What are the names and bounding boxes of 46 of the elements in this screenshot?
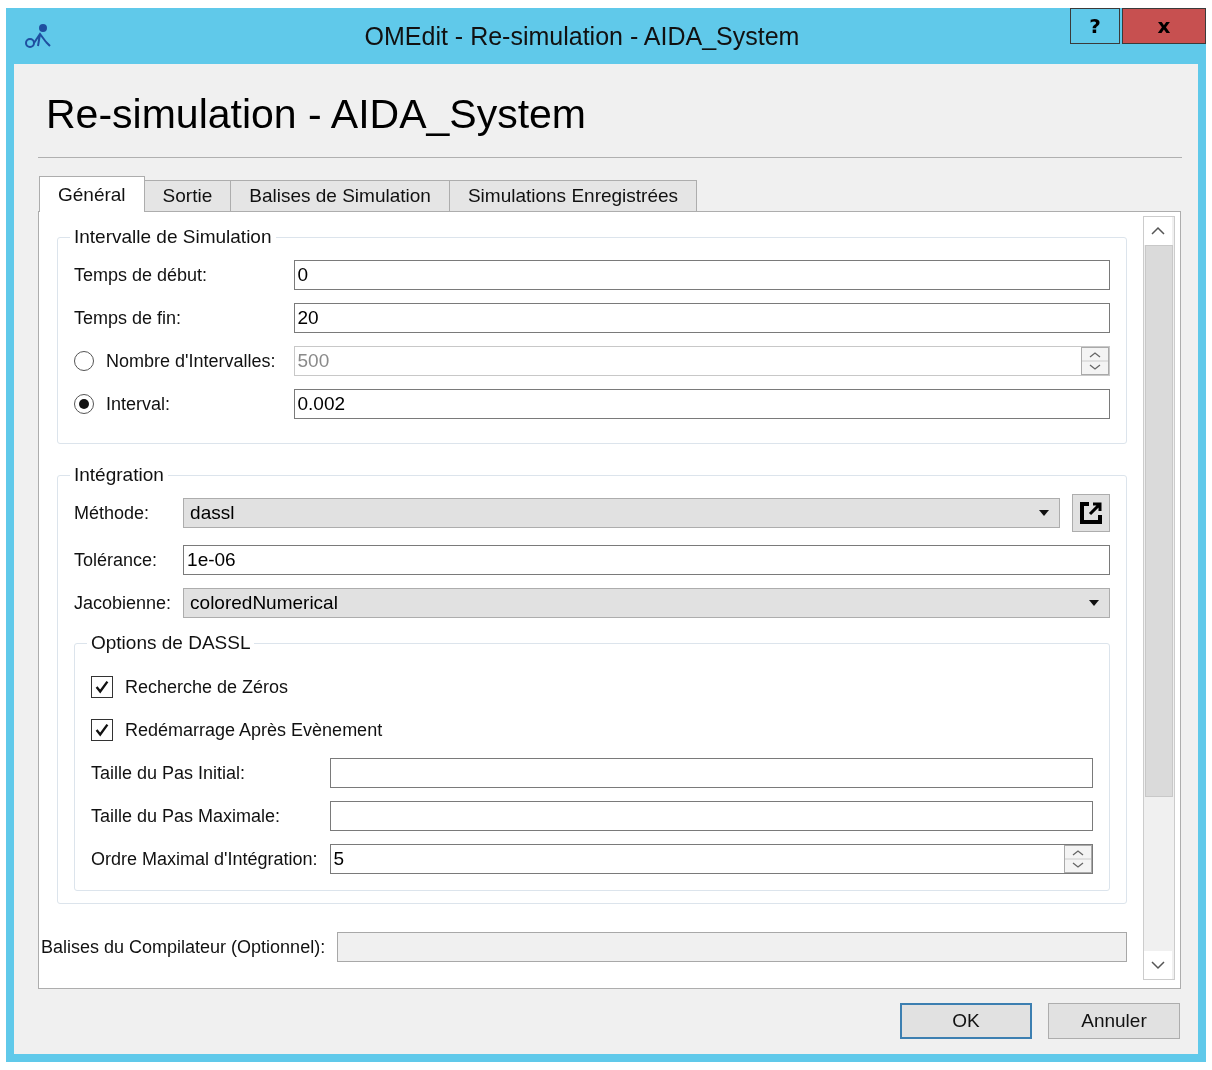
field-label: Temps de début:	[74, 264, 209, 286]
caret-icon[interactable]	[1089, 600, 1099, 606]
dialog-heading: Re-simulation - AIDA_System	[46, 90, 586, 138]
checkbox[interactable]	[91, 676, 113, 698]
field-label: Tolérance:	[74, 549, 159, 571]
help-button[interactable]: ?	[1070, 8, 1120, 44]
tab[interactable]: Simulations Enregistrées	[448, 180, 698, 211]
radio-label[interactable]: Interval:	[106, 393, 171, 415]
group-title: Intégration	[73, 464, 165, 486]
caret-icon[interactable]	[1039, 510, 1049, 516]
field-label: Ordre Maximal d'Intégration:	[91, 848, 318, 870]
scroll-up-icon[interactable]	[1144, 217, 1172, 245]
dropdown[interactable]: dassl	[183, 498, 1060, 528]
external-link-icon	[1078, 500, 1104, 526]
open-external-button[interactable]	[1072, 494, 1110, 532]
tab[interactable]: Sortie	[143, 180, 232, 211]
checkbox-label[interactable]: Recherche de Zéros	[125, 676, 289, 698]
tab[interactable]: Général	[39, 176, 145, 212]
field-label: Balises du Compilateur (Optionnel):	[41, 936, 326, 958]
field-label: Temps de fin:	[74, 307, 183, 329]
field-label: Taille du Pas Maximale:	[91, 805, 282, 827]
dropdown[interactable]: coloredNumerical	[183, 588, 1110, 618]
group-title: Intervalle de Simulation	[73, 226, 273, 248]
scrollbar[interactable]	[1143, 216, 1175, 980]
field-label: Méthode:	[74, 502, 151, 524]
input-field[interactable]	[329, 801, 1093, 831]
field-label: Jacobienne:	[74, 592, 172, 614]
input-field[interactable]: 1e-06	[183, 545, 1110, 575]
tab[interactable]: Balises de Simulation	[230, 180, 450, 211]
checkbox[interactable]	[91, 719, 113, 741]
field-label: Taille du Pas Initial:	[91, 762, 247, 784]
input-field[interactable]: 5	[329, 844, 1093, 874]
dialog-button[interactable]: OK	[900, 1003, 1032, 1039]
dialog-button[interactable]: Annuler	[1048, 1003, 1180, 1039]
scroll-thumb[interactable]	[1145, 245, 1173, 797]
input-field[interactable]: 0.002	[293, 389, 1110, 419]
input-field[interactable]: 0	[293, 260, 1110, 290]
spin-arrows-icon[interactable]	[1064, 845, 1092, 873]
scroll-down-icon[interactable]	[1144, 951, 1172, 979]
close-button[interactable]: x	[1122, 8, 1206, 44]
radio-button[interactable]	[74, 394, 94, 414]
input-field[interactable]: 20	[293, 303, 1110, 333]
checkbox-label[interactable]: Redémarrage Après Evènement	[125, 719, 383, 741]
group-title: Options de DASSL	[90, 632, 252, 654]
window-title: OMEdit - Re-simulation - AIDA_System	[363, 21, 801, 51]
input-field[interactable]	[329, 758, 1093, 788]
